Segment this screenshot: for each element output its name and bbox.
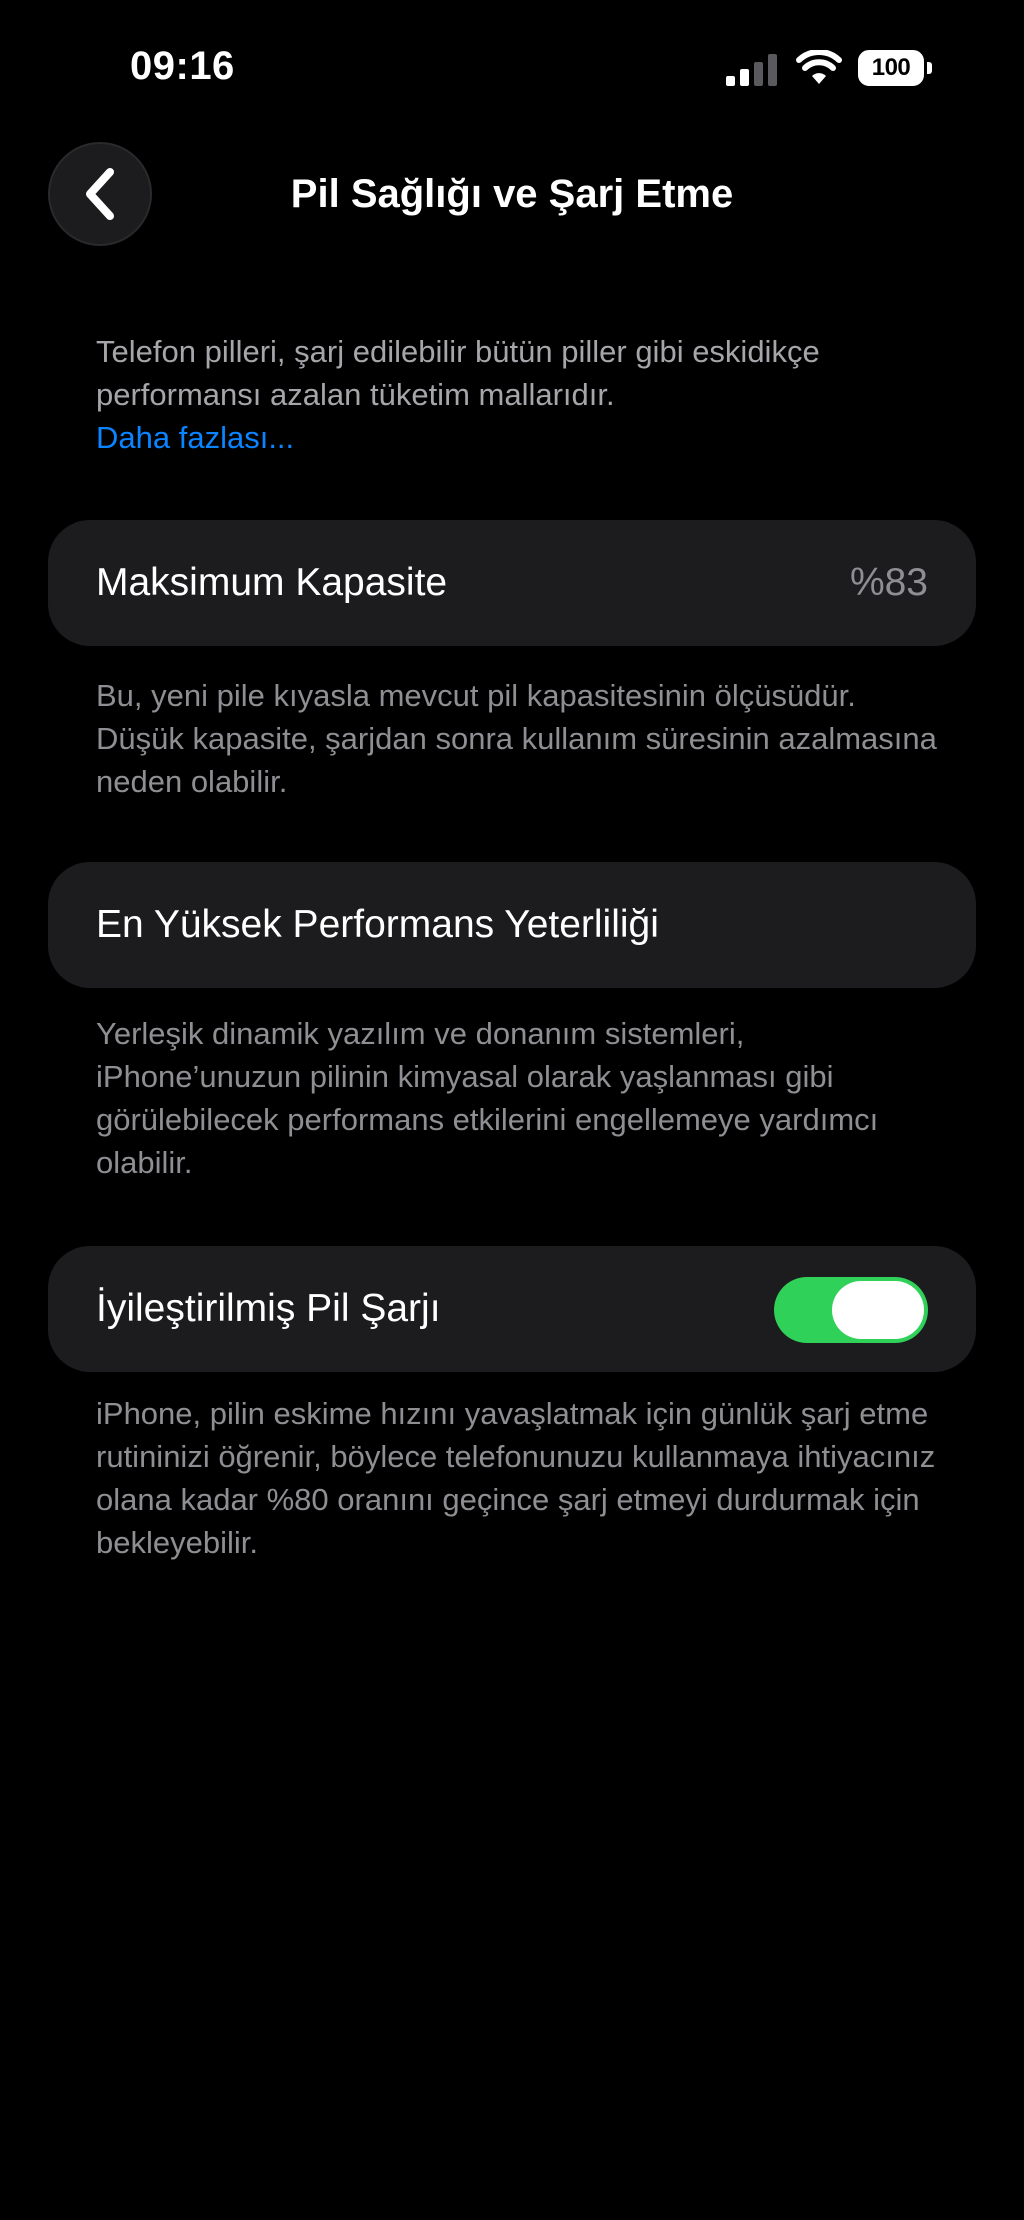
learn-more-link[interactable]: Daha fazlası... — [96, 416, 946, 459]
max-capacity-row: Maksimum Kapasite %83 — [48, 520, 976, 646]
status-bar: 09:16 100 — [0, 0, 1024, 140]
optimized-charging-toggle[interactable] — [774, 1277, 928, 1343]
optimized-charging-description: iPhone, pilin eskime hızını yavaşlatmak … — [96, 1396, 936, 1560]
toggle-knob — [832, 1281, 924, 1339]
battery-icon: 100 — [858, 50, 934, 88]
optimized-charging-row: İyileştirilmiş Pil Şarjı — [48, 1246, 976, 1372]
optimized-charging-label: İyileştirilmiş Pil Şarjı — [96, 1287, 441, 1330]
status-time: 09:16 — [130, 44, 235, 88]
peak-performance-description: Yerleşik dinamik yazılım ve donanım sist… — [96, 1016, 879, 1180]
max-capacity-label: Maksimum Kapasite — [96, 561, 448, 604]
back-button[interactable] — [48, 142, 152, 246]
page-title: Pil Sağlığı ve Şarj Etme — [290, 172, 734, 216]
wifi-icon — [796, 50, 842, 84]
max-capacity-value: %83 — [849, 561, 928, 604]
intro-text-block: Telefon pilleri, şarj edilebilir bütün p… — [96, 330, 946, 459]
peak-performance-label: En Yüksek Performans Yeterliliği — [96, 903, 659, 946]
chevron-left-icon — [86, 168, 114, 220]
battery-level: 100 — [871, 54, 911, 81]
intro-text: Telefon pilleri, şarj edilebilir bütün p… — [96, 334, 820, 412]
peak-performance-row: En Yüksek Performans Yeterliliği — [48, 862, 976, 988]
cellular-signal-icon — [726, 54, 777, 86]
max-capacity-description: Bu, yeni pile kıyasla mevcut pil kapasit… — [96, 678, 937, 799]
